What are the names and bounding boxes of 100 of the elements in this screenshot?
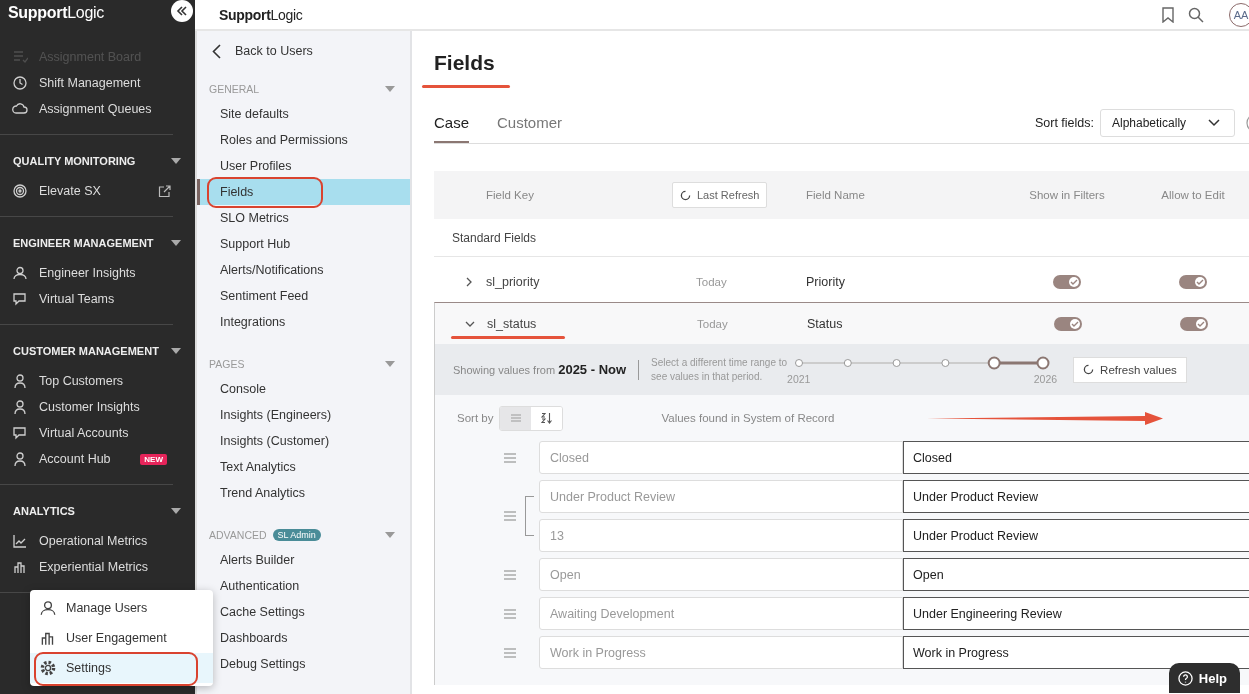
settings-nav-item[interactable]: Text Analytics — [197, 454, 410, 480]
speech-bubble-icon — [12, 291, 28, 307]
tab[interactable]: Customer — [497, 108, 563, 143]
line-chart-icon — [12, 533, 28, 549]
collapse-button[interactable] — [171, 0, 193, 22]
list-icon — [12, 49, 28, 65]
cloud-icon — [12, 101, 28, 117]
range-stop[interactable] — [1036, 356, 1050, 370]
clock-icon — [12, 75, 28, 91]
sidebar-item[interactable]: Experiential Metrics — [0, 554, 173, 580]
settings-nav-item[interactable]: Insights (Engineers) — [197, 402, 410, 428]
sidebar-item[interactable]: Account Hub NEW — [0, 446, 173, 472]
column-header: Values found in System of Record — [661, 412, 835, 424]
range-summary: Showing values from 2025 - Now — [453, 362, 627, 377]
label-input[interactable]: Open — [903, 558, 1249, 591]
range-hint: Select a different time range to see values in that period. — [651, 355, 788, 382]
label-input[interactable]: Under Product Review — [903, 480, 1249, 513]
toggle-switch[interactable] — [1179, 274, 1207, 289]
settings-nav-item[interactable]: User Profiles — [197, 153, 410, 179]
column-header: Field Name — [806, 189, 866, 201]
year-label: 2021 — [787, 373, 811, 385]
settings-nav-item[interactable]: Sentiment Feed — [197, 283, 410, 309]
sidebar-item[interactable]: Shift Management — [0, 70, 173, 96]
sort-dropdown[interactable]: Alphabetically — [1100, 109, 1235, 137]
sidebar-item[interactable]: Assignment Queues — [0, 96, 173, 122]
people-icon — [12, 265, 28, 281]
sidebar-item[interactable]: Engineer Insights — [0, 260, 173, 286]
new-badge: NEW — [140, 453, 167, 465]
toggle-switch[interactable] — [1180, 316, 1208, 331]
sidebar-item[interactable]: Customer Insights — [0, 394, 173, 420]
last-refresh-date: Today — [696, 317, 729, 330]
settings-nav-item[interactable]: Trend Analytics — [197, 480, 410, 506]
drag-handle-icon[interactable] — [503, 452, 517, 463]
back-link[interactable]: Back to Users — [197, 39, 410, 63]
section-heading: ENGINEER MANAGEMENT — [13, 237, 154, 249]
drag-handle-icon[interactable] — [503, 647, 517, 658]
caret-icon[interactable] — [171, 508, 181, 514]
settings-nav-item[interactable]: Alerts Builder — [197, 547, 410, 573]
settings-nav-item[interactable]: Support Hub — [197, 231, 410, 257]
settings-nav-item[interactable]: Roles and Permissions — [197, 127, 410, 153]
sidebar-item[interactable]: Operational Metrics — [0, 528, 173, 554]
help-button[interactable]: Help — [1168, 663, 1240, 693]
menu-item[interactable]: User Engagement — [30, 623, 213, 653]
label-input[interactable]: Work in Progress — [903, 636, 1249, 669]
settings-nav-item[interactable]: Fields — [197, 179, 410, 205]
admin-badge: SL Admin — [272, 529, 321, 541]
logo: SupportLogic — [8, 4, 104, 22]
sidebar-item[interactable]: Elevate SX — [0, 178, 173, 204]
column-header: Show in Filters — [1028, 189, 1106, 201]
caret-icon[interactable] — [171, 240, 181, 246]
range-stop[interactable] — [892, 359, 901, 367]
label-input[interactable]: Closed — [903, 441, 1249, 474]
menu-item[interactable]: Settings — [30, 653, 213, 683]
field-name: Priority — [806, 274, 846, 289]
refresh-values-button[interactable]: Refresh values — [1073, 356, 1187, 383]
drag-handle-icon[interactable] — [503, 569, 517, 580]
section-heading: CUSTOMER MANAGEMENT — [13, 345, 159, 357]
group-bracket — [525, 496, 534, 536]
tab[interactable]: Case — [434, 108, 470, 143]
caret-icon[interactable] — [171, 348, 181, 354]
settings-nav-item[interactable]: Site defaults — [197, 101, 410, 127]
group-heading: ADVANCED — [209, 529, 267, 541]
sidebar-item[interactable]: Virtual Teams — [0, 286, 173, 312]
person-icon — [12, 451, 28, 467]
settings-nav-item[interactable]: Integrations — [197, 309, 410, 335]
caret-icon[interactable] — [171, 158, 181, 164]
chevron-icon[interactable] — [464, 276, 474, 287]
bookmark-icon[interactable] — [1161, 6, 1175, 23]
range-stop[interactable] — [941, 359, 950, 367]
last-refresh-date: Today — [695, 275, 728, 288]
range-stop[interactable] — [987, 356, 1001, 370]
search-icon[interactable] — [1188, 6, 1204, 23]
source-value: Awaiting Development — [539, 597, 903, 630]
settings-nav-item[interactable]: Alerts/Notifications — [197, 257, 410, 283]
label-input[interactable]: Under Product Review — [903, 519, 1249, 552]
settings-nav-item[interactable]: SLO Metrics — [197, 205, 410, 231]
settings-nav-item[interactable]: Insights (Customer) — [197, 428, 410, 454]
group-heading: PAGES — [209, 358, 245, 370]
label-input[interactable]: Under Engineering Review — [903, 597, 1249, 630]
section-heading: ANALYTICS — [13, 505, 75, 517]
sidebar-item[interactable]: Top Customers — [0, 368, 173, 394]
toggle-switch[interactable] — [1053, 274, 1081, 289]
sort-down-icon — [540, 412, 554, 424]
range-stop[interactable] — [843, 359, 852, 367]
check-icon — [1197, 319, 1205, 328]
drag-handle-icon[interactable] — [503, 511, 517, 521]
field-name: Status — [807, 316, 844, 331]
column-header: Field Key — [486, 189, 535, 201]
group-label: Standard Fields — [452, 230, 537, 245]
speech-bubble-icon — [12, 425, 28, 441]
last-refresh-button[interactable]: Last Refresh — [672, 182, 768, 208]
check-icon — [1070, 277, 1078, 286]
logo: SupportLogic — [219, 6, 303, 23]
sidebar-item[interactable]: Virtual Accounts — [0, 420, 173, 446]
settings-nav-item[interactable]: Console — [197, 376, 410, 402]
range-stop[interactable] — [795, 359, 804, 367]
drag-handle-icon[interactable] — [503, 608, 517, 619]
refresh-icon — [680, 189, 691, 201]
column-header: Allow to Edit — [1160, 189, 1226, 201]
toggle-switch[interactable] — [1054, 316, 1082, 331]
